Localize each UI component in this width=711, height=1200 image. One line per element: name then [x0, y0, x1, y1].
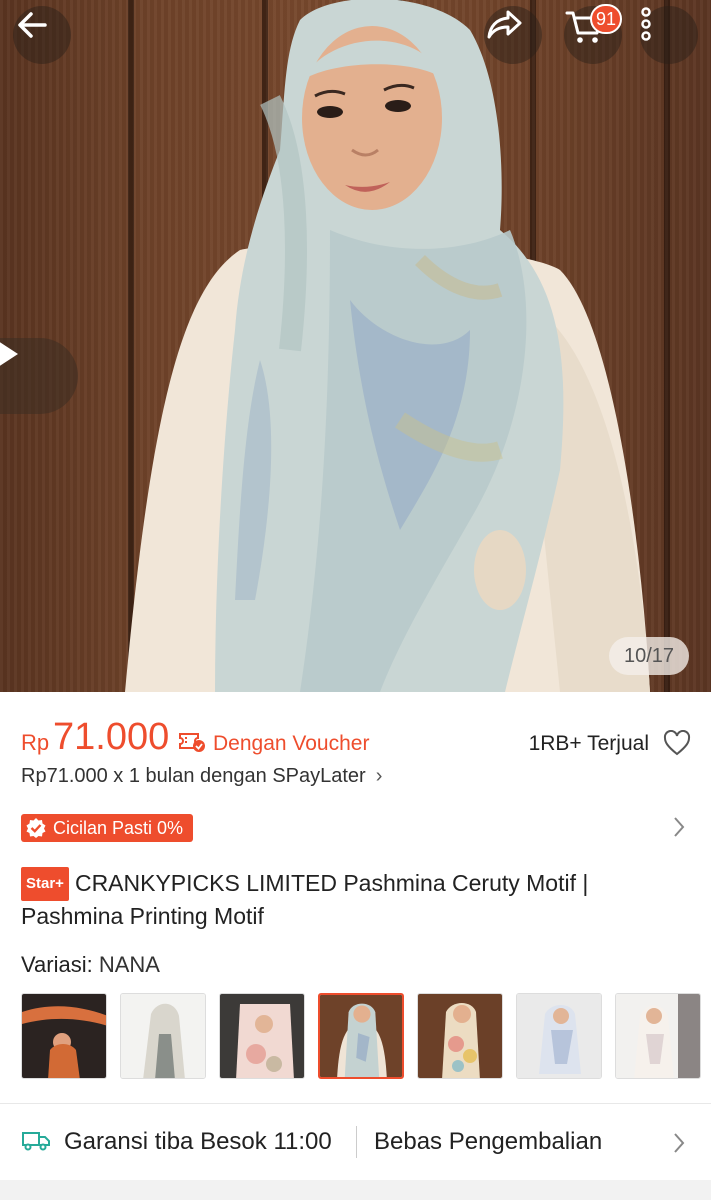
delivery-guarantee: Garansi tiba Besok 11:00 [64, 1128, 332, 1155]
variant-thumbnail-image [121, 994, 205, 1078]
spaylater-installment-link[interactable]: Rp71.000 x 1 bulan dengan SPayLater › [21, 765, 382, 788]
variant-thumbnail[interactable] [21, 993, 107, 1079]
heart-icon[interactable] [663, 730, 691, 756]
chevron-right-icon: › [375, 765, 383, 787]
price-currency: Rp [21, 730, 50, 755]
variant-thumbnail-image [616, 994, 700, 1078]
spaylater-text: Rp71.000 x 1 bulan dengan SPayLater [21, 765, 366, 787]
image-counter: 10/17 [609, 637, 689, 675]
variant-heading: Variasi: NANA [21, 952, 160, 978]
cicilan-label: Cicilan Pasti 0% [53, 817, 184, 838]
free-returns: Bebas Pengembalian [374, 1128, 603, 1155]
price-row: Rp 71.000 Dengan Voucher 1RB+ Terjual [21, 716, 691, 762]
arrow-left-icon [18, 12, 47, 38]
product-title: Star+ CRANKYPICKS LIMITED Pashmina Ceruty… [21, 867, 681, 931]
voucher-label[interactable]: Dengan Voucher [213, 732, 369, 756]
chevron-right-icon[interactable] [672, 815, 686, 839]
variant-thumbnail[interactable] [219, 993, 305, 1079]
star-plus-badge: Star+ [21, 867, 69, 901]
back-button[interactable] [13, 6, 71, 64]
more-options-button[interactable] [640, 6, 698, 64]
play-icon [0, 342, 18, 366]
shield-check-icon [26, 818, 46, 838]
variant-thumbnail[interactable] [417, 993, 503, 1079]
variant-thumbnail[interactable] [615, 993, 701, 1079]
product-title-text: CRANKYPICKS LIMITED Pashmina Ceruty Moti… [21, 870, 589, 929]
section-gap [0, 1180, 711, 1200]
truck-icon [22, 1132, 50, 1151]
variant-thumbnail-image [418, 994, 502, 1078]
sold-count: 1RB+ Terjual [528, 732, 649, 755]
chevron-right-icon [674, 1133, 685, 1153]
cicilan-badge[interactable]: Cicilan Pasti 0% [21, 814, 194, 842]
product-image-gallery[interactable]: 91 10/17 [0, 0, 711, 692]
variant-selected: NANA [98, 952, 160, 977]
variant-thumbnail-selected[interactable] [318, 993, 404, 1079]
product-photo [125, 0, 650, 692]
cart-count-badge: 91 [590, 4, 623, 34]
shipping-guarantee-row[interactable]: Garansi tiba Besok 11:00 Bebas Pengembal… [0, 1104, 711, 1180]
variant-label: Variasi: [21, 952, 93, 977]
variant-thumbnail[interactable] [516, 993, 602, 1079]
price-value: 71.000 [53, 716, 170, 758]
share-icon [487, 10, 522, 39]
variant-thumbnail-image [517, 994, 601, 1078]
variant-thumbnail-image [320, 995, 402, 1077]
share-button[interactable] [484, 6, 542, 64]
more-vertical-icon [641, 7, 651, 41]
voucher-icon [179, 733, 205, 752]
play-video-button[interactable] [0, 338, 78, 414]
variant-thumbnail[interactable] [120, 993, 206, 1079]
variant-thumbnails [21, 993, 711, 1079]
separator [356, 1126, 357, 1158]
variant-thumbnail-image [220, 994, 304, 1078]
variant-thumbnail-image [22, 994, 106, 1078]
